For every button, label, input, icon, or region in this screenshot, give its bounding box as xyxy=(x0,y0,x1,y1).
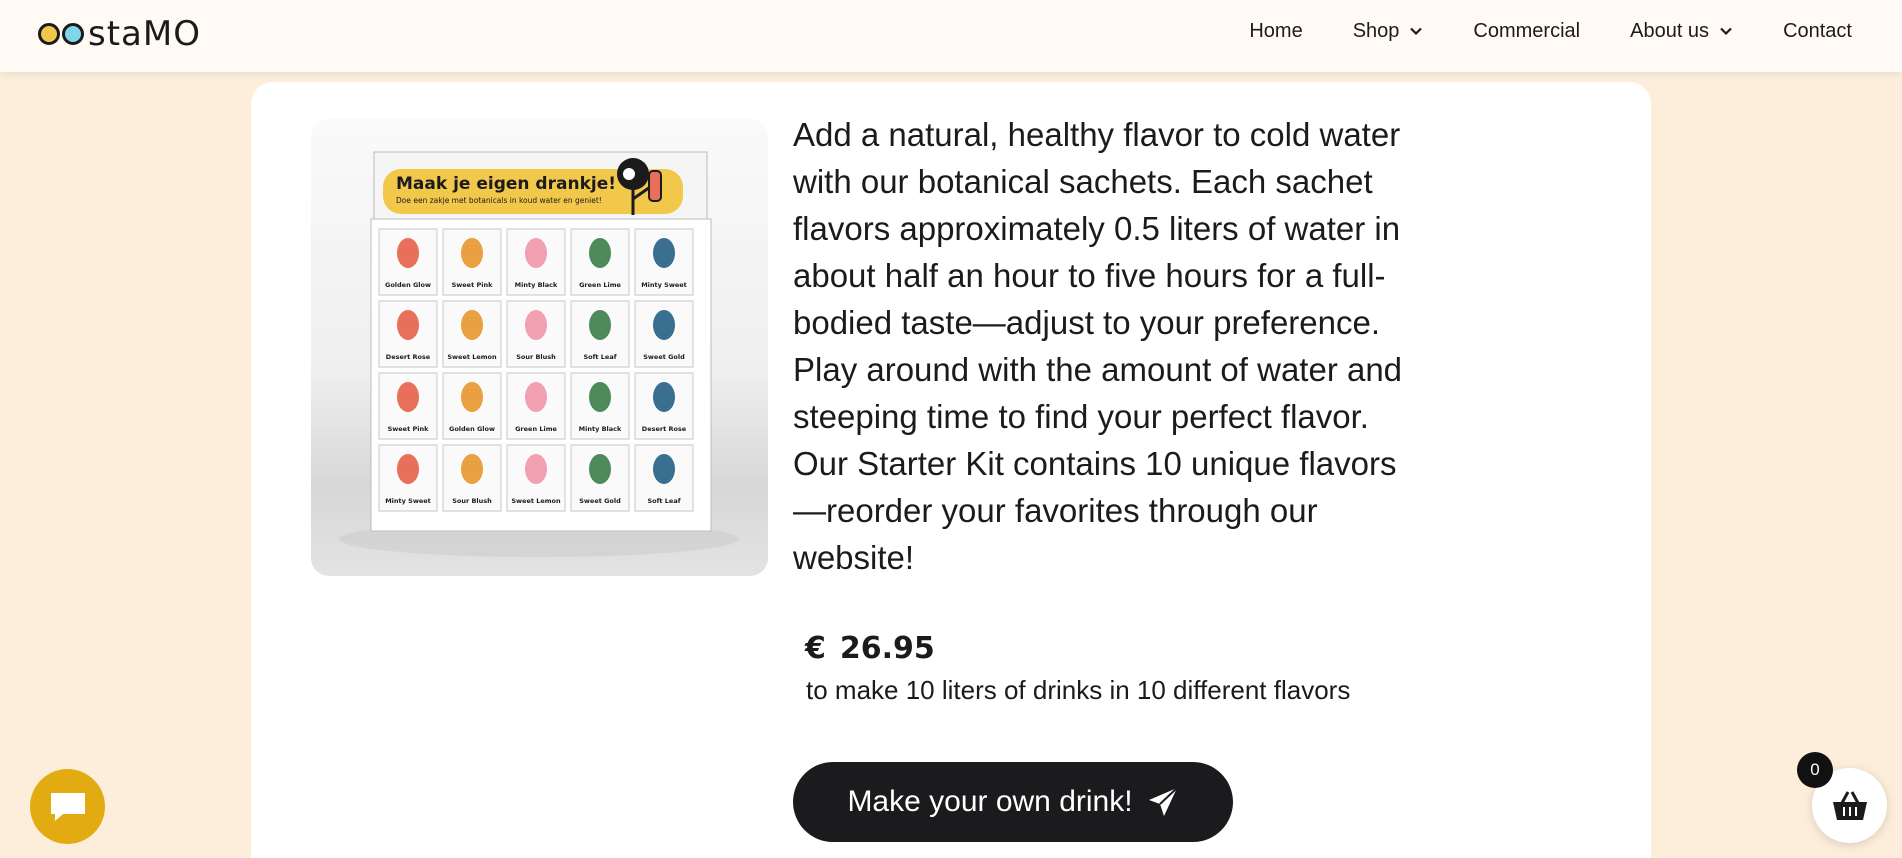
nav-commercial-label: Commercial xyxy=(1473,19,1581,42)
main-nav: Home Shop Commercial About us Contact xyxy=(1199,0,1852,62)
sachet-card: Golden Glow xyxy=(442,372,502,440)
nav-shop[interactable]: Shop xyxy=(1353,20,1424,43)
sachet-card: Soft Leaf xyxy=(634,444,694,512)
sachet-label: Sweet Lemon xyxy=(447,353,497,361)
sachet-botanical xyxy=(653,310,675,340)
nav-contact[interactable]: Contact xyxy=(1783,20,1852,43)
logo-yellow-dot xyxy=(38,23,60,45)
sachet-botanical xyxy=(589,382,611,412)
sachet-card: Sweet Pink xyxy=(378,372,438,440)
sachet-botanical xyxy=(589,238,611,268)
sachet-label: Green Lime xyxy=(579,281,621,289)
sachet-card: Desert Rose xyxy=(634,372,694,440)
sachet-label: Minty Sweet xyxy=(385,497,431,505)
price-note: to make 10 liters of drinks in 10 differ… xyxy=(806,675,1351,705)
sachet-card: Minty Black xyxy=(506,228,566,296)
banner-title: Maak je eigen drankje! xyxy=(396,174,616,194)
nav-contact-label: Contact xyxy=(1783,19,1852,42)
sachet-botanical xyxy=(589,454,611,484)
banner-subtitle: Doe een zakje met botanicals in koud wat… xyxy=(396,196,602,205)
sachet-botanical xyxy=(525,238,547,268)
sachet-label: Soft Leaf xyxy=(583,353,616,361)
sachet-card: Sweet Lemon xyxy=(442,300,502,368)
sachet-botanical xyxy=(397,454,419,484)
sachet-label: Minty Sweet xyxy=(641,281,687,289)
sachet-card: Minty Black xyxy=(570,372,630,440)
sachet-botanical xyxy=(461,382,483,412)
sachet-label: Sweet Pink xyxy=(388,425,429,433)
site-header: stаMO Home Shop Commercial About us Cont… xyxy=(0,0,1902,72)
sachet-card: Green Lime xyxy=(570,228,630,296)
sachet-label: Sweet Gold xyxy=(643,353,685,361)
sachet-card: Sweet Pink xyxy=(442,228,502,296)
cta-label: Make your own drink! xyxy=(847,785,1133,818)
product-image: Maak je eigen drankje! Doe een zakje met… xyxy=(311,119,768,576)
logo-text: stаMO xyxy=(88,14,201,54)
sachet-label: Soft Leaf xyxy=(647,497,680,505)
chat-button[interactable] xyxy=(30,769,105,844)
product-price: € 26.95 xyxy=(805,631,935,666)
sachet-botanical xyxy=(589,310,611,340)
chevron-down-icon xyxy=(1410,27,1423,36)
sachet-label: Minty Black xyxy=(515,281,558,289)
nav-shop-label: Shop xyxy=(1352,19,1400,42)
sachet-card: Golden Glow xyxy=(378,228,438,296)
sachet-card: Sour Blush xyxy=(506,300,566,368)
sachet-botanical xyxy=(397,238,419,268)
sachet-label: Minty Black xyxy=(579,425,622,433)
sachet-label: Green Lime xyxy=(515,425,557,433)
sachet-label: Sour Blush xyxy=(452,497,492,505)
cart-count-badge: 0 xyxy=(1797,752,1833,788)
sachet-card: Sour Blush xyxy=(442,444,502,512)
nav-about-us-label: About us xyxy=(1630,19,1710,42)
sachet-label: Golden Glow xyxy=(449,425,495,433)
sachet-botanical xyxy=(653,238,675,268)
sachet-card: Sweet Gold xyxy=(570,444,630,512)
nav-commercial[interactable]: Commercial xyxy=(1473,20,1580,43)
sachet-card: Desert Rose xyxy=(378,300,438,368)
sachet-label: Desert Rose xyxy=(386,353,431,361)
sachet-card: Sweet Gold xyxy=(634,300,694,368)
price-amount: 26.95 xyxy=(839,631,935,666)
sachet-botanical xyxy=(461,454,483,484)
sachet-botanical xyxy=(525,382,547,412)
sachet-label: Sweet Gold xyxy=(579,497,621,505)
sachet-botanical xyxy=(525,454,547,484)
sachet-label: Sweet Lemon xyxy=(511,497,561,505)
sachet-botanical xyxy=(397,310,419,340)
sachet-label: Sour Blush xyxy=(516,353,556,361)
sachet-card: Green Lime xyxy=(506,372,566,440)
sachet-card: Minty Sweet xyxy=(634,228,694,296)
make-your-own-drink-button[interactable]: Make your own drink! xyxy=(793,762,1233,842)
sachet-card: Minty Sweet xyxy=(378,444,438,512)
sachet-botanical xyxy=(525,310,547,340)
nav-home[interactable]: Home xyxy=(1249,20,1302,43)
price-currency: € xyxy=(805,631,826,666)
nav-home-label: Home xyxy=(1249,19,1303,42)
sachet-label: Sweet Pink xyxy=(452,281,493,289)
logo[interactable]: stаMO xyxy=(38,14,201,54)
starter-kit-illustration: Maak je eigen drankje! Doe een zakje met… xyxy=(339,151,739,557)
sachet-card: Sweet Lemon xyxy=(506,444,566,512)
logo-blue-dot xyxy=(62,23,84,45)
sachet-botanical xyxy=(653,454,675,484)
chevron-down-icon xyxy=(1720,27,1732,36)
sachet-label: Desert Rose xyxy=(642,425,687,433)
nav-about-us[interactable]: About us xyxy=(1630,20,1733,43)
basket-icon xyxy=(1832,790,1867,820)
chat-bubble-icon xyxy=(50,792,85,821)
sachet-label: Golden Glow xyxy=(385,281,431,289)
sachet-botanical xyxy=(397,382,419,412)
product-description: Add a natural, healthy flavor to cold wa… xyxy=(793,116,1403,576)
paper-plane-icon xyxy=(1148,787,1178,816)
sachet-botanical xyxy=(461,238,483,268)
sachet-botanical xyxy=(461,310,483,340)
sachet-card: Soft Leaf xyxy=(570,300,630,368)
sachet-botanical xyxy=(653,382,675,412)
